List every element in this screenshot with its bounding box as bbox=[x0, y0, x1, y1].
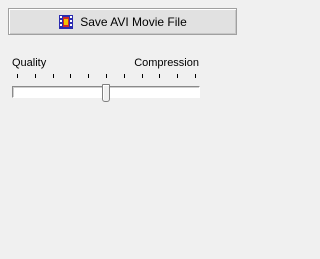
save-avi-button-label: Save AVI Movie File bbox=[80, 14, 187, 29]
slider-tick bbox=[70, 74, 71, 78]
slider-tick bbox=[88, 74, 89, 78]
slider-tick bbox=[35, 74, 36, 78]
film-strip-icon bbox=[58, 14, 74, 30]
quality-compression-slider-thumb[interactable] bbox=[102, 84, 110, 102]
slider-tick bbox=[124, 74, 125, 78]
slider-ticks bbox=[12, 74, 200, 80]
quality-label: Quality bbox=[12, 57, 47, 69]
slider-tick bbox=[106, 74, 107, 78]
save-avi-button[interactable]: Save AVI Movie File bbox=[8, 8, 237, 35]
slider-tick bbox=[142, 74, 143, 78]
slider-tick bbox=[53, 74, 54, 78]
slider-tick bbox=[195, 74, 196, 78]
slider-tick bbox=[17, 74, 18, 78]
slider-tick bbox=[177, 74, 178, 78]
compression-label: Compression bbox=[134, 57, 199, 69]
slider-tick bbox=[159, 74, 160, 78]
